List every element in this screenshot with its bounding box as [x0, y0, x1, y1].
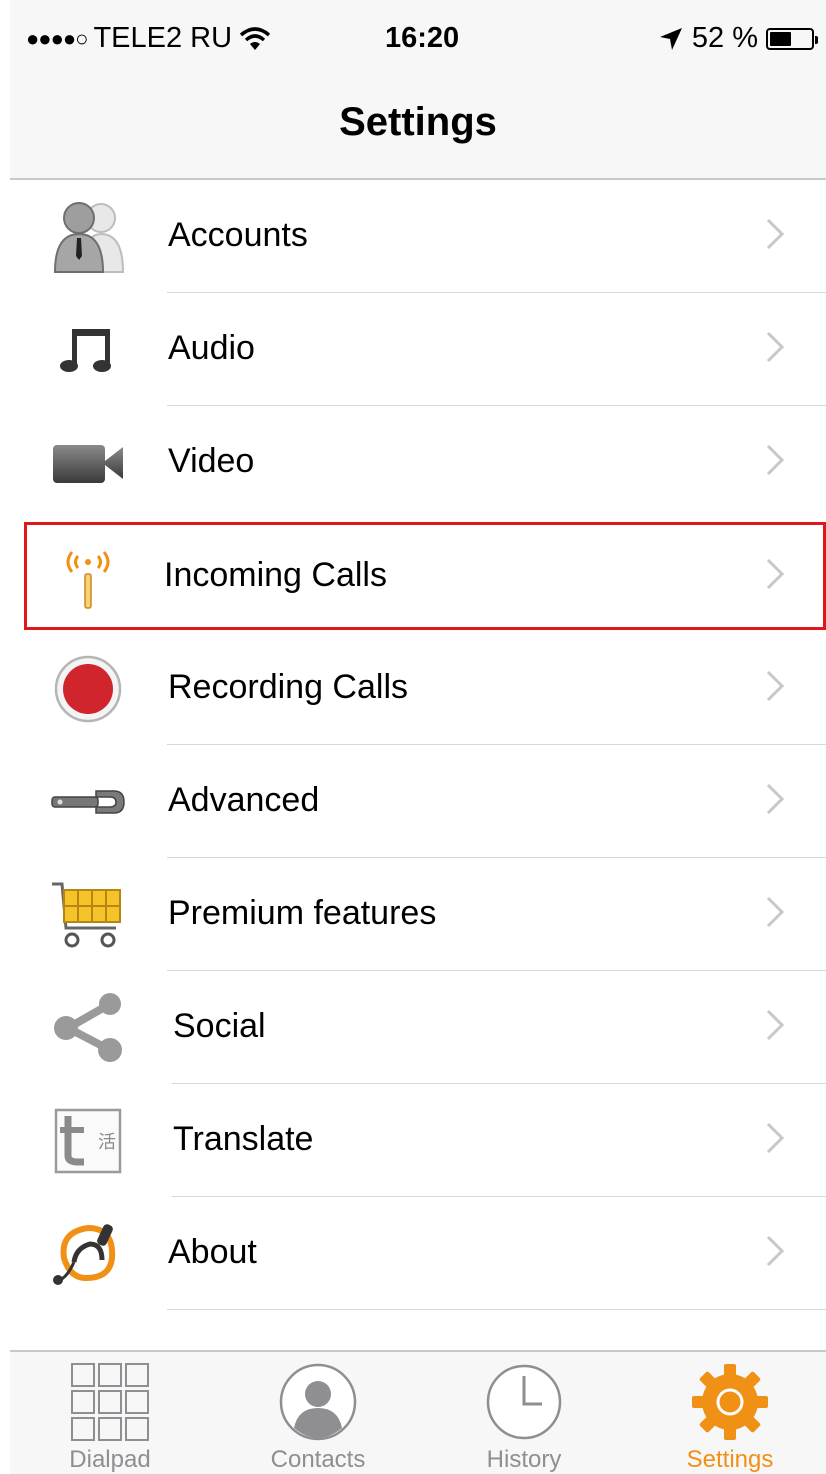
settings-row-social[interactable]: Social	[10, 971, 826, 1084]
settings-row-about[interactable]: About	[10, 1197, 826, 1310]
settings-row-premium-features[interactable]: Premium features	[10, 858, 826, 971]
tab-contacts[interactable]: Contacts	[218, 1360, 418, 1474]
tab-label: History	[486, 1446, 562, 1473]
app-screen: ●●●●○ TELE2 RU 16:20 52 % Settings Accou…	[10, 0, 826, 1474]
chevron-right-icon	[766, 218, 785, 250]
signal-strength: ●●●●○	[26, 25, 88, 51]
settings-row-label: Audio	[168, 329, 255, 367]
chevron-right-icon	[766, 331, 785, 363]
tab-bar: Dialpad Contacts History Settings	[10, 1350, 826, 1474]
battery-fill	[770, 31, 791, 46]
tab-history[interactable]: History	[424, 1360, 624, 1474]
translate-icon: 活	[48, 1104, 128, 1178]
row-divider	[167, 1309, 826, 1310]
settings-row-label: Recording Calls	[168, 668, 408, 706]
chevron-right-icon	[766, 558, 785, 590]
page-title: Settings	[339, 100, 497, 144]
chevron-right-icon	[766, 670, 785, 702]
wifi-icon	[239, 26, 271, 50]
settings-row-advanced[interactable]: Advanced	[10, 745, 826, 858]
settings-row-incoming-calls[interactable]: Incoming Calls	[24, 522, 826, 630]
status-bar: ●●●●○ TELE2 RU 16:20 52 %	[10, 0, 826, 80]
settings-row-label: Accounts	[168, 216, 308, 254]
settings-row-label: Premium features	[168, 894, 437, 932]
chevron-right-icon	[766, 1122, 785, 1154]
settings-row-accounts[interactable]: Accounts	[10, 180, 826, 293]
tab-label: Settings	[686, 1446, 774, 1473]
settings-row-recording-calls[interactable]: Recording Calls	[10, 632, 826, 745]
tab-label: Dialpad	[69, 1446, 151, 1473]
settings-row-translate[interactable]: 活 Translate	[10, 1084, 826, 1197]
chevron-right-icon	[766, 1009, 785, 1041]
svg-text:活: 活	[98, 1132, 116, 1153]
status-time: 16:20	[385, 22, 460, 54]
wrench-icon	[48, 765, 128, 839]
share-icon	[48, 991, 128, 1065]
contacts-icon	[218, 1360, 418, 1444]
shopping-cart-icon	[48, 878, 128, 952]
settings-row-label: Translate	[173, 1120, 314, 1158]
chevron-right-icon	[766, 1235, 785, 1267]
gear-icon	[630, 1360, 826, 1444]
settings-row-video[interactable]: Video	[10, 406, 826, 519]
location-arrow-icon	[659, 27, 682, 50]
music-note-icon	[48, 313, 128, 387]
settings-row-label: Social	[173, 1007, 266, 1045]
video-camera-icon	[48, 426, 128, 500]
dialpad-icon	[10, 1360, 210, 1444]
tab-dialpad[interactable]: Dialpad	[10, 1360, 210, 1474]
chevron-right-icon	[766, 783, 785, 815]
clock-icon	[424, 1360, 624, 1444]
carrier-name: TELE2 RU	[93, 22, 233, 54]
settings-row-label: Video	[168, 442, 255, 480]
settings-row-label: Incoming Calls	[164, 556, 387, 594]
settings-row-label: About	[168, 1233, 257, 1271]
record-icon	[48, 652, 128, 726]
antenna-icon	[48, 540, 128, 614]
chevron-right-icon	[766, 444, 785, 476]
settings-row-audio[interactable]: Audio	[10, 293, 826, 406]
accounts-icon	[48, 200, 128, 274]
tab-label: Contacts	[270, 1446, 366, 1473]
battery-icon	[766, 27, 818, 50]
battery-percent: 52 %	[691, 22, 758, 54]
settings-row-label: Advanced	[168, 781, 320, 819]
chevron-right-icon	[766, 896, 785, 928]
tab-settings[interactable]: Settings	[630, 1360, 826, 1474]
settings-list: Accounts Audio Video Incoming Calls Reco…	[10, 180, 826, 1310]
headset-icon	[48, 1217, 128, 1291]
navigation-bar: Settings	[10, 80, 826, 180]
